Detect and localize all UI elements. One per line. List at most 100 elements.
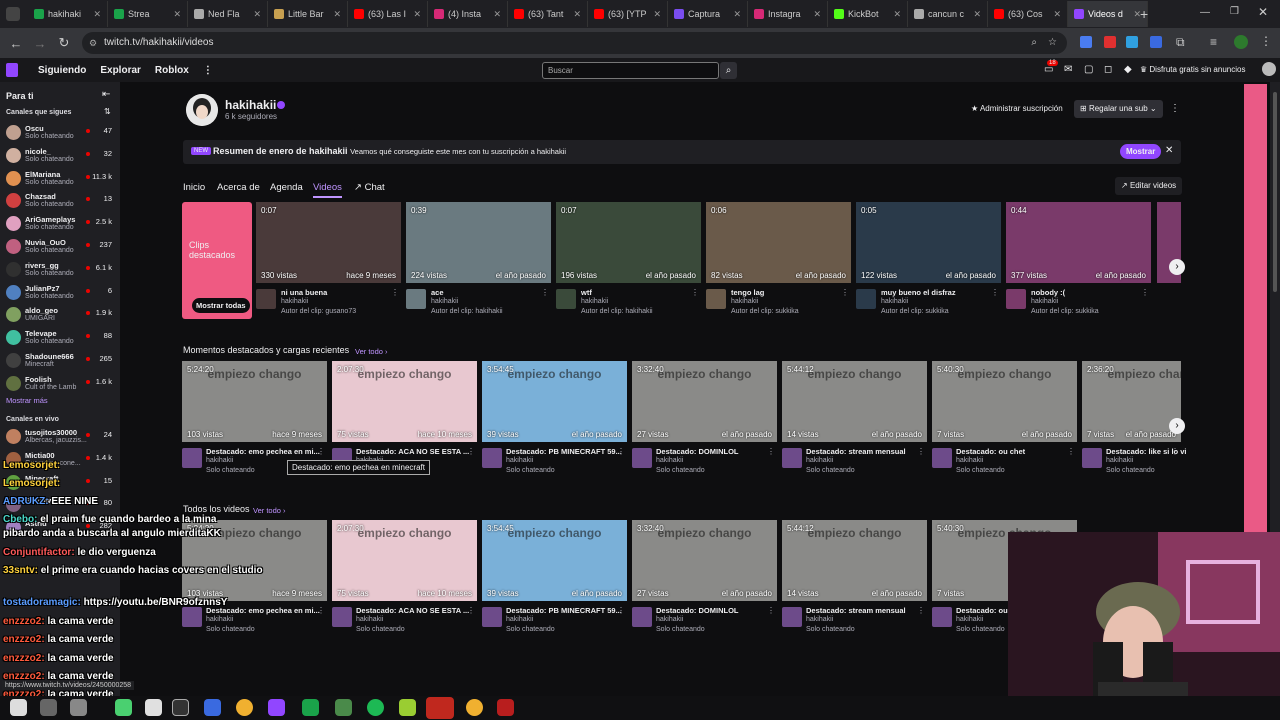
clip-author[interactable]: Autor del clip: sukkika [731, 308, 799, 315]
video-channel[interactable]: hakihakii [506, 457, 533, 464]
tab-close-icon[interactable]: ✕ [893, 9, 901, 20]
collapse-sidebar-icon[interactable]: ⇤ [102, 89, 110, 100]
show-all-clips-button[interactable]: Mostrar todas [192, 298, 250, 313]
sidebar-channel[interactable]: aldo_geo UMIGARI 1.9 k [0, 304, 120, 326]
clip-title[interactable]: nobody :( [1031, 288, 1065, 297]
video-thumbnail[interactable]: empiezo chango 2:07:30 75 vistas hace 10 me… [332, 361, 477, 442]
sidebar-channel[interactable]: Televape Solo chateando 88 [0, 327, 120, 349]
clip-card[interactable]: 0:06 82 vistas el año pasado tengo lag hakih… [706, 202, 851, 318]
sidebar-channel[interactable]: tusojitos30000 Albercas, jacuzzis... 24 [0, 426, 120, 448]
twitch-logo-icon[interactable] [6, 63, 18, 77]
video-more-icon[interactable]: ⋮ [317, 606, 325, 615]
tab-search-icon[interactable] [6, 7, 20, 21]
clip-thumbnail[interactable]: 0:44 377 vistas el año pasado [1006, 202, 1151, 283]
video-avatar[interactable] [932, 607, 952, 627]
clip-card[interactable]: 0:44 377 vistas el año pasado nobody :(haki… [1006, 202, 1151, 318]
video-thumbnail[interactable]: empiezo chango 3:54:45 39 vistas el año pas… [482, 520, 627, 601]
video-more-icon[interactable]: ⋮ [467, 447, 475, 456]
tab-close-icon[interactable]: ✕ [1053, 9, 1061, 20]
prime-button[interactable]: ♛ Disfruta gratis sin anuncios [1140, 62, 1255, 78]
video-avatar[interactable] [482, 607, 502, 627]
discord-icon[interactable] [204, 699, 221, 716]
sidebar-channel[interactable]: nicole_ Solo chateando 32 [0, 145, 120, 167]
profile-avatar[interactable] [1234, 35, 1248, 49]
video-title[interactable]: Destacado: stream mensual [806, 447, 906, 456]
extension-icon[interactable] [1150, 36, 1162, 48]
clip-more-icon[interactable]: ⋮ [391, 288, 399, 297]
clip-channel[interactable]: hakihakii [731, 298, 758, 305]
clip-title[interactable]: ni una buena [281, 288, 327, 297]
video-channel[interactable]: hakihakii [656, 457, 683, 464]
forward-icon[interactable]: → [28, 36, 52, 51]
tab-about[interactable]: Acerca de [217, 182, 260, 193]
zoom-icon[interactable]: ⌕ [1031, 32, 1037, 54]
tab-close-icon[interactable]: ✕ [173, 9, 181, 20]
clip-author-avatar[interactable] [556, 289, 576, 309]
video-card[interactable]: empiezo chango5:40:307 vistasel año pasa… [932, 361, 1077, 479]
kick-icon[interactable] [302, 699, 319, 716]
browser-tab[interactable]: (63) Cos ✕ [988, 1, 1068, 27]
gift-sub-button[interactable]: ⊞ Regalar una sub ⌄ [1074, 100, 1163, 118]
carousel-next-icon[interactable]: › [1169, 259, 1185, 275]
video-avatar[interactable] [182, 448, 202, 468]
video-card[interactable]: empiezo chango 2:07:30 75 vistas hace 10 me… [332, 520, 477, 638]
video-title[interactable]: Destacado: PB MINECRAFT 59... [506, 606, 622, 615]
clip-thumbnail[interactable]: 0:07 330 vistas hace 9 meses [256, 202, 401, 283]
clip-author-avatar[interactable] [406, 289, 426, 309]
tab-close-icon[interactable]: ✕ [493, 9, 501, 20]
sort-icon[interactable]: ⇅ [104, 107, 111, 116]
tab-close-icon[interactable]: ✕ [413, 9, 421, 20]
clip-thumbnail[interactable]: 0:39 224 vistas el año pasado [406, 202, 551, 283]
clip-title[interactable]: muy bueno el disfraz [881, 288, 956, 297]
browser-menu-icon[interactable]: ⋮ [1260, 34, 1272, 48]
video-more-icon[interactable]: ⋮ [767, 447, 775, 456]
channel-avatar[interactable] [186, 94, 218, 126]
scrollbar-thumb[interactable] [1273, 92, 1277, 292]
video-game[interactable]: Solo chateando [356, 626, 405, 633]
video-game[interactable]: Solo chateando [206, 467, 255, 474]
browser-tab[interactable]: Little Bar ✕ [268, 1, 348, 27]
video-channel[interactable]: hakihakii [206, 616, 233, 623]
app-icon[interactable] [497, 699, 514, 716]
app-icon[interactable] [426, 697, 454, 719]
reload-icon[interactable]: ↻ [52, 35, 76, 51]
nav-browse[interactable]: Explorar [100, 65, 141, 76]
sidebar-channel[interactable]: Chazsad Solo chateando 13 [0, 190, 120, 212]
clip-channel[interactable]: hakihakii [581, 298, 608, 305]
tab-chat[interactable]: ↗ Chat [354, 182, 385, 193]
video-game[interactable]: Solo chateando [206, 626, 255, 633]
sidebar-channel[interactable]: Shadoune666 Minecraft 265 [0, 350, 120, 372]
bookmark-star-icon[interactable]: ☆ [1048, 32, 1057, 54]
app-icon[interactable] [399, 699, 416, 716]
video-game[interactable]: Solo chateando [956, 626, 1005, 633]
clip-author[interactable]: Autor del clip: hakihakii [581, 308, 653, 315]
video-card[interactable]: empiezo chango 5:44:12 14 vistas el año pas… [782, 361, 927, 479]
tab-close-icon[interactable]: ✕ [573, 9, 581, 20]
sidebar-channel[interactable]: Nuvia_OuO Solo chateando 237 [0, 236, 120, 258]
video-channel[interactable]: hakihakii [806, 457, 833, 464]
video-more-icon[interactable]: ⋮ [917, 606, 925, 615]
video-thumbnail[interactable]: empiezo chango2:36:207 vistasel año pasa… [1082, 361, 1181, 442]
tab-close-icon[interactable]: ✕ [733, 9, 741, 20]
tab-close-icon[interactable]: ✕ [333, 9, 341, 20]
search-icon[interactable]: ⌕ [720, 62, 737, 79]
video-thumbnail[interactable]: empiezo chango 2:07:30 75 vistas hace 10 me… [332, 520, 477, 601]
clip-title[interactable]: wtf [581, 288, 592, 297]
video-game[interactable]: Solo chateando [806, 467, 855, 474]
video-title[interactable]: Destacado: DOMINLOL [656, 606, 739, 615]
browser-tab[interactable]: Instagra ✕ [748, 1, 828, 27]
video-channel[interactable]: hakihakii [1106, 457, 1133, 464]
video-avatar[interactable] [782, 448, 802, 468]
clip-author[interactable]: Autor del clip: gusano73 [281, 308, 356, 315]
video-avatar[interactable] [482, 448, 502, 468]
search-input[interactable]: Buscar [542, 62, 719, 79]
browser-tab[interactable]: Ned Fla ✕ [188, 1, 268, 27]
close-window-icon[interactable]: ✕ [1258, 5, 1268, 19]
nav-more-icon[interactable]: ⋮ [203, 65, 213, 76]
channel-more-icon[interactable]: ⋮ [1170, 103, 1180, 114]
clip-author[interactable]: Autor del clip: sukkika [1031, 308, 1099, 315]
app-icon[interactable] [145, 699, 162, 716]
start-icon[interactable] [10, 699, 27, 716]
clip-author-avatar[interactable] [1006, 289, 1026, 309]
clip-author-avatar[interactable] [256, 289, 276, 309]
